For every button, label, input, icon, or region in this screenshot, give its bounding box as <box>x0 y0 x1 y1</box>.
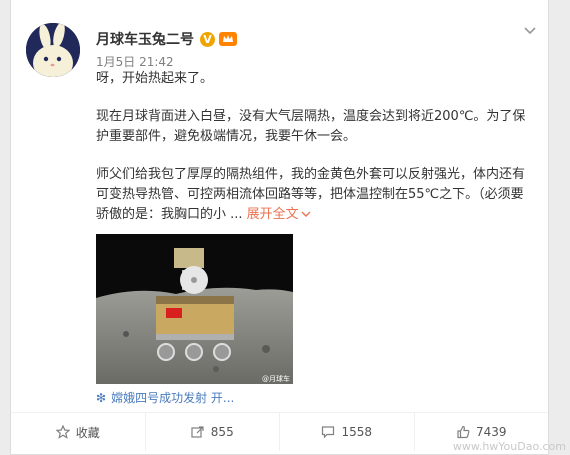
author-name[interactable]: 月球车玉兔二号 <box>96 29 194 49</box>
repost-count: 855 <box>210 425 234 439</box>
post-image[interactable]: @月球车 <box>96 234 293 384</box>
site-watermark: www.hwYouDao.com <box>452 440 566 453</box>
share-icon <box>191 426 204 438</box>
favorite-label: 收藏 <box>75 425 100 440</box>
post-timestamp[interactable]: 1月5日 21:42 <box>96 53 174 70</box>
comment-count: 1558 <box>341 425 373 439</box>
chevron-down-icon <box>301 211 311 217</box>
star-icon <box>55 425 70 439</box>
topic-link[interactable]: ❇ 嫦娥四号成功发射 开... <box>96 389 234 406</box>
comment-button[interactable]: 1558 <box>279 413 414 451</box>
topic-icon: ❇ <box>96 390 107 405</box>
post-paragraph-last: 师父们给我包了厚厚的隔热组件，我的金黄色外套可以反射强光，体内还有可变热导热管、… <box>96 165 536 225</box>
post-paragraph: 现在月球背面进入白昼，没有大气层隔热，温度会达到将近200℃。为了保护重要部件，… <box>96 109 526 144</box>
topic-label[interactable]: 嫦娥四号成功发射 开... <box>111 389 234 406</box>
weibo-post-card: 月球车玉兔二号 V 1月5日 21:42 呀，开始热起来了。 现在月球背面进入白… <box>10 0 549 455</box>
favorite-button[interactable]: 收藏 <box>11 413 145 451</box>
avatar[interactable] <box>26 23 80 77</box>
post-text: 呀，开始热起来了。 现在月球背面进入白昼，没有大气层隔热，温度会达到将近200℃… <box>96 69 536 225</box>
post-paragraph: 呀，开始热起来了。 <box>96 71 214 86</box>
like-icon <box>457 425 470 439</box>
expand-link[interactable]: 展开全文 <box>247 207 311 222</box>
comment-icon <box>322 426 335 439</box>
like-count: 7439 <box>475 425 507 439</box>
member-level-icon <box>219 32 237 46</box>
chevron-down-icon[interactable] <box>522 22 538 38</box>
image-watermark: @月球车 <box>262 374 290 383</box>
verified-badge: V <box>200 31 215 47</box>
repost-button[interactable]: 855 <box>144 413 280 451</box>
